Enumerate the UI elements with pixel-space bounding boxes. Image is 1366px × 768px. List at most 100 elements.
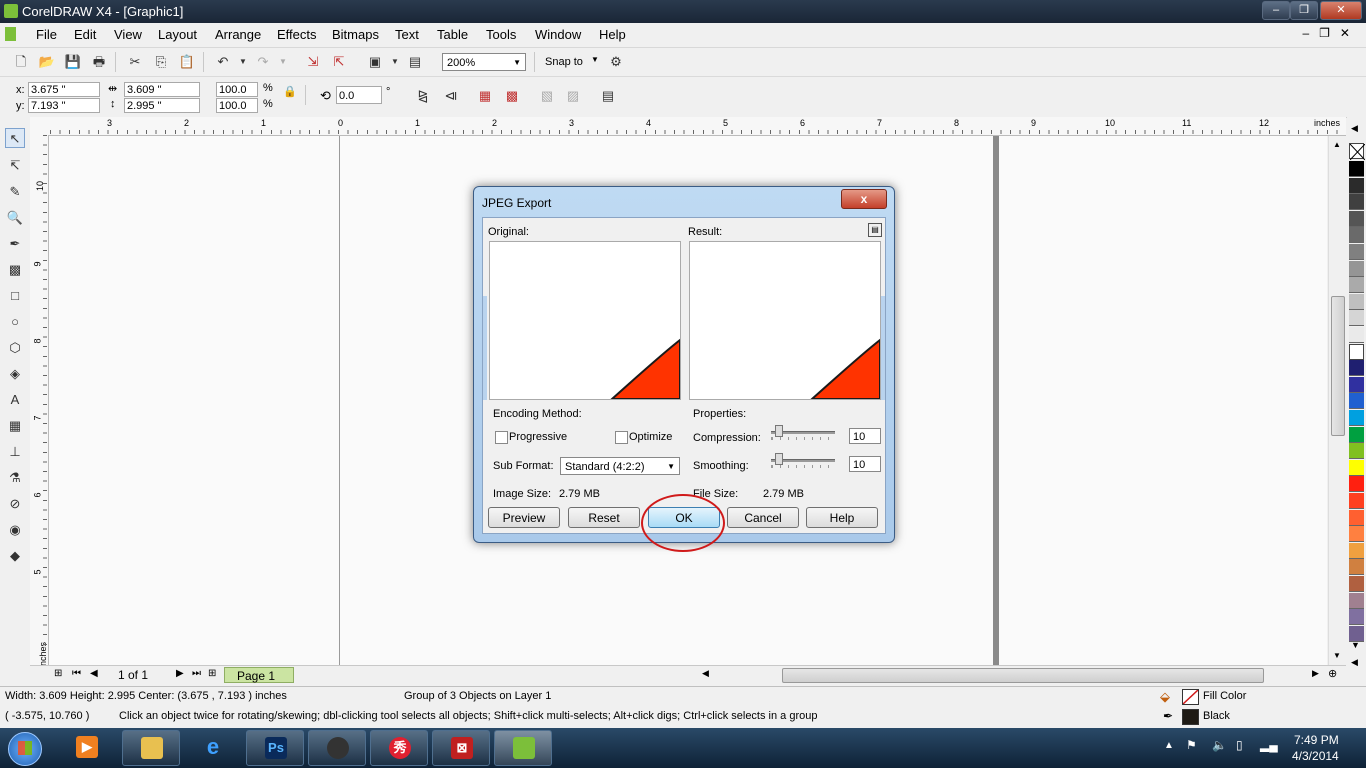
welcome-screen-icon[interactable]: ▤ <box>406 53 424 71</box>
vertical-scroll-thumb[interactable] <box>1331 296 1345 436</box>
print-icon[interactable]: 🖶 <box>90 53 108 71</box>
object-width-field[interactable]: 3.609 " <box>124 82 200 97</box>
open-icon[interactable]: 📂 <box>38 53 56 71</box>
options-icon[interactable]: ⚙ <box>607 53 625 71</box>
menu-text[interactable]: Text <box>395 27 419 42</box>
taskbar-explorer[interactable] <box>122 730 180 766</box>
color-swatch[interactable] <box>1349 293 1364 310</box>
redo-dropdown-icon[interactable]: ▼ <box>274 53 292 71</box>
color-swatch[interactable] <box>1349 576 1364 592</box>
pick-tool-icon[interactable]: ↖ <box>5 128 25 148</box>
undo-dropdown-icon[interactable]: ▼ <box>234 53 252 71</box>
polygon-tool-icon[interactable]: ⬡ <box>5 338 25 358</box>
taskbar-coreldraw[interactable] <box>494 730 552 766</box>
text-tool-icon[interactable]: A <box>5 390 25 410</box>
menu-tools[interactable]: Tools <box>486 27 516 42</box>
zoom-tool-icon[interactable]: 🔍 <box>5 208 25 228</box>
dimension-tool-icon[interactable]: ⊥ <box>5 442 25 462</box>
color-swatch[interactable] <box>1349 161 1364 177</box>
scroll-up-icon[interactable]: ▲ <box>1333 140 1341 149</box>
freehand-tool-icon[interactable]: ✒ <box>5 234 25 254</box>
copy-icon[interactable]: ⎘ <box>152 53 170 71</box>
progressive-checkbox[interactable] <box>495 431 508 444</box>
compression-field[interactable]: 10 <box>849 428 881 444</box>
start-button[interactable] <box>8 732 42 766</box>
color-swatch[interactable] <box>1349 343 1364 360</box>
table-tool-icon[interactable]: ▦ <box>5 416 25 436</box>
scroll-right-icon[interactable]: ▶ <box>1312 668 1319 679</box>
color-swatch[interactable] <box>1349 426 1364 443</box>
smoothing-slider-thumb[interactable] <box>775 453 783 465</box>
menu-file[interactable]: File <box>36 27 57 42</box>
redo-icon[interactable]: ↷ <box>254 53 272 71</box>
color-swatch[interactable] <box>1349 410 1364 426</box>
mirror-vertical-icon[interactable]: ⧏ <box>442 87 460 105</box>
compression-slider-thumb[interactable] <box>775 425 783 437</box>
color-swatch[interactable] <box>1349 227 1364 244</box>
color-swatch[interactable] <box>1349 476 1364 493</box>
color-swatch[interactable] <box>1349 393 1364 410</box>
vertical-ruler[interactable]: 10 9 8 7 6 5 inches <box>30 135 49 668</box>
dialog-close-button[interactable]: x <box>841 189 887 209</box>
color-swatch[interactable] <box>1349 327 1364 343</box>
horizontal-ruler[interactable]: 3 2 1 0 1 2 3 4 5 6 7 8 9 10 11 12 inche… <box>30 117 1346 136</box>
outline-tool-icon[interactable]: ⊘ <box>5 494 25 514</box>
vertical-scrollbar[interactable]: ▲ ▼ <box>1328 136 1346 665</box>
menu-layout[interactable]: Layout <box>158 27 197 42</box>
ellipse-tool-icon[interactable]: ○ <box>5 312 25 332</box>
color-swatch[interactable] <box>1349 244 1364 260</box>
color-swatch[interactable] <box>1349 509 1364 526</box>
taskbar-internet-explorer[interactable]: e <box>184 730 242 766</box>
color-swatch[interactable] <box>1349 194 1364 211</box>
y-position-field[interactable]: 7.193 " <box>28 98 100 113</box>
volume-icon[interactable]: 🔈 <box>1212 738 1227 752</box>
new-icon[interactable]: 🗋 <box>12 53 30 71</box>
taskbar-app[interactable] <box>308 730 366 766</box>
prev-page-icon[interactable]: ◀ <box>90 668 98 679</box>
preview-toggle-icon[interactable]: ▤ <box>868 223 882 237</box>
color-swatch[interactable] <box>1349 592 1364 609</box>
object-height-field[interactable]: 2.995 " <box>124 98 200 113</box>
color-swatch[interactable] <box>1349 443 1364 460</box>
action-center-icon[interactable]: ⚑ <box>1186 738 1197 752</box>
menu-help[interactable]: Help <box>599 27 626 42</box>
color-swatch[interactable] <box>1349 260 1364 277</box>
next-page-icon[interactable]: ▶ <box>176 668 184 679</box>
menu-view[interactable]: View <box>114 27 142 42</box>
color-swatch[interactable] <box>1349 376 1364 393</box>
color-swatch[interactable] <box>1349 542 1364 559</box>
align-distribute-icon[interactable]: ▤ <box>599 87 617 105</box>
paste-icon[interactable]: 📋 <box>178 53 196 71</box>
scroll-left-icon[interactable]: ◀ <box>702 668 709 679</box>
menu-bitmaps[interactable]: Bitmaps <box>332 27 379 42</box>
ungroup-icon[interactable]: ▩ <box>503 87 521 105</box>
eyedropper-tool-icon[interactable]: ⚗ <box>5 468 25 488</box>
page-tab[interactable]: Page 1 <box>224 667 294 683</box>
rotation-field[interactable]: 0.0 <box>336 86 382 104</box>
taskbar-photoshop[interactable]: Ps <box>246 730 304 766</box>
horizontal-scroll-thumb[interactable] <box>782 668 1264 683</box>
taskbar-media-player[interactable]: ▶ <box>58 730 116 766</box>
preview-scroll-thumb[interactable] <box>483 296 487 400</box>
smoothing-field[interactable]: 10 <box>849 456 881 472</box>
color-swatch[interactable] <box>1349 493 1364 509</box>
color-swatch[interactable] <box>1349 210 1364 227</box>
mirror-horizontal-icon[interactable]: ⧎ <box>414 87 432 105</box>
crop-tool-icon[interactable]: ✎ <box>5 182 25 202</box>
interactive-fill-icon[interactable]: ◆ <box>5 546 25 566</box>
scroll-down-icon[interactable]: ▼ <box>1333 651 1341 660</box>
optimize-checkbox[interactable] <box>615 431 628 444</box>
menu-effects[interactable]: Effects <box>277 27 317 42</box>
no-color-swatch[interactable] <box>1349 143 1365 160</box>
snap-to-menu[interactable]: Snap to <box>545 56 583 68</box>
help-button[interactable]: Help <box>806 507 878 528</box>
reset-button[interactable]: Reset <box>568 507 640 528</box>
scale-x-field[interactable]: 100.0 <box>216 82 258 97</box>
close-window-button[interactable]: ✕ <box>1320 1 1362 20</box>
menu-arrange[interactable]: Arrange <box>215 27 261 42</box>
last-page-icon[interactable]: ⏭ <box>192 668 201 679</box>
color-swatch[interactable] <box>1349 360 1364 377</box>
export-icon[interactable]: ⇱ <box>330 53 348 71</box>
color-swatch[interactable] <box>1349 459 1364 476</box>
navigator-icon[interactable]: ⊕ <box>1328 667 1337 680</box>
